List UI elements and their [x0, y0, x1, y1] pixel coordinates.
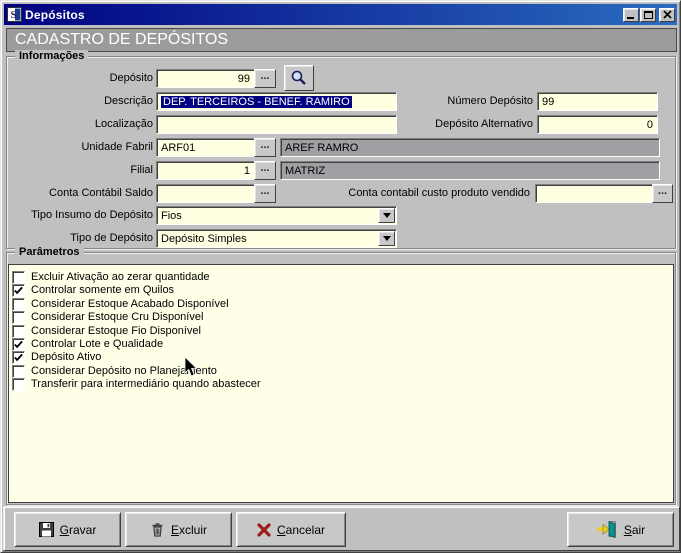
deposits-window: S Depósitos CADASTRO DE DEPÓSITOS Inform…: [0, 0, 681, 553]
unidade-fabril-browse-button[interactable]: ...: [254, 138, 276, 157]
conta-custo-label: Conta contabil custo produto vendido: [302, 184, 530, 203]
checkbox-label[interactable]: Controlar somente em Quilos: [31, 284, 174, 297]
checkbox-label[interactable]: Considerar Estoque Fio Disponível: [31, 325, 201, 338]
checkbox-unchecked[interactable]: [12, 298, 25, 311]
group-informacoes: Informações Depósito 99 ... Descrição DE…: [6, 56, 676, 249]
checkbox-label[interactable]: Transferir para intermediário quando aba…: [31, 378, 261, 391]
conta-custo-browse-button[interactable]: ...: [652, 184, 673, 203]
filial-input[interactable]: 1: [156, 161, 255, 180]
action-bar: Gravar Excluir Cancelar Sair: [3, 506, 680, 551]
group-parametros-label: Parâmetros: [15, 246, 84, 258]
window-controls: [623, 8, 675, 22]
title-bar[interactable]: S Depósitos: [4, 4, 677, 25]
maximize-button[interactable]: [640, 8, 656, 22]
unidade-fabril-label: Unidade Fabril: [12, 138, 153, 157]
app-icon: S: [7, 7, 22, 22]
checkbox-checked[interactable]: [12, 284, 25, 297]
checkbox-unchecked[interactable]: [12, 311, 25, 324]
trash-icon: [150, 522, 165, 537]
conta-custo-input[interactable]: [535, 184, 653, 203]
tipo-insumo-value: Fios: [161, 210, 182, 222]
param-row: Considerar Depósito no Planejamento: [12, 365, 217, 378]
window-title: Depósitos: [25, 8, 85, 22]
excluir-button[interactable]: Excluir: [125, 512, 232, 547]
localizacao-label: Localização: [12, 115, 153, 134]
checkbox-unchecked[interactable]: [12, 325, 25, 338]
checkbox-label[interactable]: Considerar Estoque Cru Disponível: [31, 311, 203, 324]
conta-contabil-saldo-label: Conta Contábil Saldo: [12, 184, 153, 203]
checkbox-checked[interactable]: [12, 351, 25, 364]
checkbox-unchecked[interactable]: [12, 271, 25, 284]
numero-deposito-label: Número Depósito: [307, 92, 533, 111]
checkbox-unchecked[interactable]: [12, 378, 25, 391]
param-row: Controlar Lote e Qualidade: [12, 338, 163, 351]
checkbox-unchecked[interactable]: [12, 365, 25, 378]
tipo-insumo-dropdown-button[interactable]: [378, 208, 395, 223]
gravar-label: Gravar: [60, 523, 97, 537]
param-row: Considerar Estoque Acabado Disponível: [12, 298, 229, 311]
cancel-x-icon: [257, 523, 271, 537]
conta-contabil-saldo-browse-button[interactable]: ...: [254, 184, 276, 203]
close-button[interactable]: [659, 8, 675, 22]
param-row: Considerar Estoque Cru Disponível: [12, 311, 203, 324]
group-informacoes-label: Informações: [15, 50, 88, 62]
param-row: Depósito Ativo: [12, 351, 101, 364]
checkbox-checked[interactable]: [12, 338, 25, 351]
tipo-deposito-value: Depósito Simples: [161, 233, 247, 245]
chevron-down-icon: [383, 213, 391, 218]
checkbox-label[interactable]: Considerar Depósito no Planejamento: [31, 365, 217, 378]
checkbox-label[interactable]: Depósito Ativo: [31, 351, 101, 364]
cancelar-button[interactable]: Cancelar: [236, 512, 346, 547]
descricao-label: Descrição: [12, 92, 153, 111]
sair-label: Sair: [624, 523, 645, 537]
conta-contabil-saldo-input[interactable]: [156, 184, 255, 203]
deposito-alternativo-input[interactable]: 0: [537, 115, 658, 134]
param-row: Controlar somente em Quilos: [12, 284, 174, 297]
tipo-insumo-select[interactable]: Fios: [156, 206, 397, 225]
save-icon: [39, 522, 54, 537]
checkbox-list: Excluir Ativação ao zerar quantidadeCont…: [8, 264, 674, 503]
chevron-down-icon: [383, 236, 391, 241]
group-parametros: Parâmetros Excluir Ativação ao zerar qua…: [6, 252, 676, 505]
tipo-deposito-dropdown-button[interactable]: [378, 231, 395, 246]
deposito-input[interactable]: 99: [156, 69, 255, 88]
check-icon: [13, 352, 24, 363]
checkbox-label[interactable]: Controlar Lote e Qualidade: [31, 338, 163, 351]
filial-browse-button[interactable]: ...: [254, 161, 276, 180]
filial-display: MATRIZ: [280, 161, 660, 180]
minimize-icon: [627, 17, 634, 19]
tipo-insumo-label: Tipo Insumo do Depósito: [12, 206, 153, 225]
checkbox-label[interactable]: Excluir Ativação ao zerar quantidade: [31, 271, 210, 284]
maximize-icon: [644, 11, 653, 19]
unidade-fabril-input[interactable]: ARF01: [156, 138, 255, 157]
excluir-label: Excluir: [171, 523, 207, 537]
tipo-deposito-select[interactable]: Depósito Simples: [156, 229, 397, 248]
deposito-browse-button[interactable]: ...: [254, 69, 276, 88]
check-icon: [13, 285, 24, 296]
close-icon: [663, 10, 672, 19]
search-icon: [290, 69, 308, 87]
search-button[interactable]: [284, 65, 314, 91]
param-row: Considerar Estoque Fio Disponível: [12, 325, 201, 338]
cancelar-label: Cancelar: [277, 523, 325, 537]
deposito-label: Depósito: [12, 69, 153, 88]
exit-door-icon: [596, 521, 618, 538]
numero-deposito-input[interactable]: 99: [537, 92, 658, 111]
check-icon: [13, 339, 24, 350]
gravar-button[interactable]: Gravar: [14, 512, 121, 547]
filial-label: Filial: [12, 161, 153, 180]
unidade-fabril-display: AREF RAMRO: [280, 138, 660, 157]
deposito-alternativo-label: Depósito Alternativo: [307, 115, 533, 134]
param-row: Transferir para intermediário quando aba…: [12, 378, 261, 391]
checkbox-label[interactable]: Considerar Estoque Acabado Disponível: [31, 298, 229, 311]
sair-button[interactable]: Sair: [567, 512, 674, 547]
svg-text:S: S: [11, 9, 17, 21]
minimize-button[interactable]: [623, 8, 639, 22]
page-title: CADASTRO DE DEPÓSITOS: [6, 28, 677, 52]
param-row: Excluir Ativação ao zerar quantidade: [12, 271, 210, 284]
